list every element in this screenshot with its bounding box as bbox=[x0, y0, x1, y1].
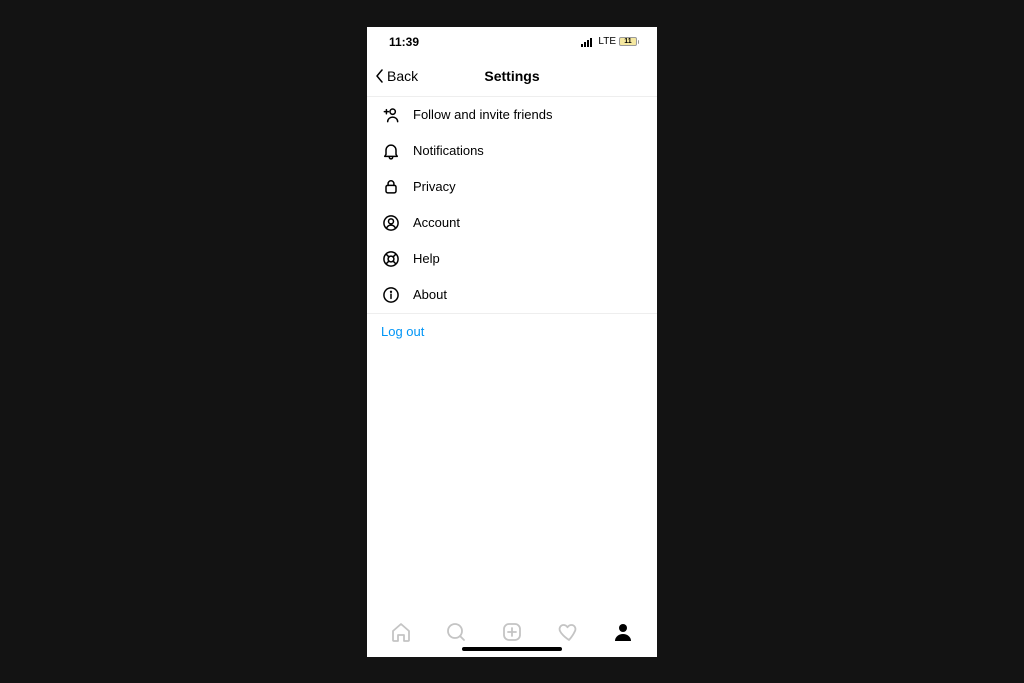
menu-item-account[interactable]: Account bbox=[367, 205, 657, 241]
profile-icon bbox=[611, 620, 635, 644]
back-button[interactable]: Back bbox=[367, 68, 418, 84]
create-icon bbox=[500, 620, 524, 644]
menu-item-help[interactable]: Help bbox=[367, 241, 657, 277]
menu-item-follow-invite[interactable]: Follow and invite friends bbox=[367, 97, 657, 133]
menu-item-about[interactable]: About bbox=[367, 277, 657, 313]
back-label: Back bbox=[387, 68, 418, 84]
signal-icon bbox=[581, 37, 595, 47]
tab-home[interactable] bbox=[388, 619, 414, 645]
lock-icon bbox=[381, 177, 401, 197]
network-label: LTE bbox=[598, 36, 616, 47]
chevron-left-icon bbox=[375, 69, 385, 83]
search-icon bbox=[444, 620, 468, 644]
menu-item-privacy[interactable]: Privacy bbox=[367, 169, 657, 205]
menu-item-label: Account bbox=[413, 215, 460, 230]
menu-item-label: Follow and invite friends bbox=[413, 107, 552, 122]
logout-button[interactable]: Log out bbox=[367, 314, 657, 349]
content-spacer bbox=[367, 349, 657, 607]
battery-icon: 11 bbox=[619, 37, 639, 46]
menu-item-label: Help bbox=[413, 251, 440, 266]
home-indicator[interactable] bbox=[462, 647, 562, 651]
menu-item-label: About bbox=[413, 287, 447, 302]
account-circle-icon bbox=[381, 213, 401, 233]
nav-bar: Back Settings bbox=[367, 57, 657, 97]
menu-item-notifications[interactable]: Notifications bbox=[367, 133, 657, 169]
heart-icon bbox=[556, 620, 580, 644]
tab-activity[interactable] bbox=[555, 619, 581, 645]
status-right: LTE 11 bbox=[581, 36, 639, 47]
menu-item-label: Notifications bbox=[413, 143, 484, 158]
info-icon bbox=[381, 285, 401, 305]
tab-profile[interactable] bbox=[610, 619, 636, 645]
tab-create[interactable] bbox=[499, 619, 525, 645]
status-bar: 11:39 LTE 11 bbox=[367, 27, 657, 57]
menu-item-label: Privacy bbox=[413, 179, 456, 194]
battery-level: 11 bbox=[619, 37, 637, 46]
status-time: 11:39 bbox=[389, 35, 419, 49]
help-ring-icon bbox=[381, 249, 401, 269]
settings-menu: Follow and invite friends Notifications … bbox=[367, 97, 657, 349]
person-add-icon bbox=[381, 105, 401, 125]
bell-icon bbox=[381, 141, 401, 161]
tab-search[interactable] bbox=[443, 619, 469, 645]
home-icon bbox=[389, 620, 413, 644]
phone-frame: 11:39 LTE 11 Back Settings Follo bbox=[367, 27, 657, 657]
